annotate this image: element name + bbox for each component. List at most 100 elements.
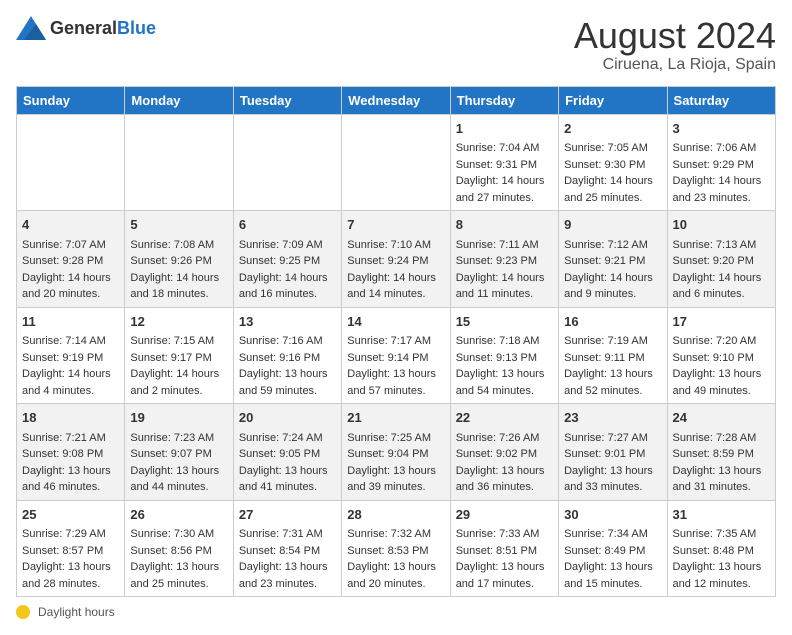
calendar-cell: 8 Sunrise: 7:11 AM Sunset: 9:23 PM Daylig… bbox=[450, 211, 558, 308]
day-detail: Sunrise: 7:18 AM Sunset: 9:13 PM Dayligh… bbox=[456, 335, 545, 397]
day-number: 10 bbox=[673, 215, 770, 235]
daylight-label: Daylight hours bbox=[38, 605, 115, 619]
day-detail: Sunrise: 7:27 AM Sunset: 9:01 PM Dayligh… bbox=[564, 432, 653, 494]
day-detail: Sunrise: 7:20 AM Sunset: 9:10 PM Dayligh… bbox=[673, 335, 762, 397]
dow-header-saturday: Saturday bbox=[667, 86, 775, 114]
day-number: 18 bbox=[22, 408, 119, 428]
day-detail: Sunrise: 7:28 AM Sunset: 8:59 PM Dayligh… bbox=[673, 432, 762, 494]
calendar-body: 1Sunrise: 7:04 AM Sunset: 9:31 PM Daylig… bbox=[17, 114, 776, 597]
day-number: 28 bbox=[347, 505, 444, 525]
dow-header-friday: Friday bbox=[559, 86, 667, 114]
calendar-cell: 18 Sunrise: 7:21 AM Sunset: 9:08 PM Dayli… bbox=[17, 404, 125, 501]
sun-icon bbox=[16, 605, 30, 619]
day-detail: Sunrise: 7:35 AM Sunset: 8:48 PM Dayligh… bbox=[673, 528, 762, 590]
day-detail: Sunrise: 7:25 AM Sunset: 9:04 PM Dayligh… bbox=[347, 432, 436, 494]
day-detail: Sunrise: 7:09 AM Sunset: 9:25 PM Dayligh… bbox=[239, 239, 328, 301]
day-detail: Sunrise: 7:11 AM Sunset: 9:23 PM Dayligh… bbox=[456, 239, 545, 301]
day-number: 25 bbox=[22, 505, 119, 525]
day-detail: Sunrise: 7:06 AM Sunset: 9:29 PM Dayligh… bbox=[673, 142, 762, 204]
calendar-title: August 2024 bbox=[574, 16, 776, 56]
day-number: 30 bbox=[564, 505, 661, 525]
calendar-footer: Daylight hours bbox=[16, 605, 776, 619]
day-detail: Sunrise: 7:24 AM Sunset: 9:05 PM Dayligh… bbox=[239, 432, 328, 494]
day-detail: Sunrise: 7:30 AM Sunset: 8:56 PM Dayligh… bbox=[130, 528, 219, 590]
day-detail: Sunrise: 7:04 AM Sunset: 9:31 PM Dayligh… bbox=[456, 142, 545, 204]
day-number: 31 bbox=[673, 505, 770, 525]
calendar-cell bbox=[342, 114, 450, 211]
logo-general: General bbox=[50, 18, 117, 38]
day-number: 4 bbox=[22, 215, 119, 235]
calendar-week-2: 11Sunrise: 7:14 AM Sunset: 9:19 PM Dayli… bbox=[17, 307, 776, 404]
calendar-subtitle: Ciruena, La Rioja, Spain bbox=[574, 56, 776, 74]
calendar-week-3: 18 Sunrise: 7:21 AM Sunset: 9:08 PM Dayli… bbox=[17, 404, 776, 501]
day-detail: Sunrise: 7:10 AM Sunset: 9:24 PM Dayligh… bbox=[347, 239, 436, 301]
days-of-week-row: SundayMondayTuesdayWednesdayThursdayFrid… bbox=[17, 86, 776, 114]
calendar-cell: 6 Sunrise: 7:09 AM Sunset: 9:25 PM Daylig… bbox=[233, 211, 341, 308]
day-number: 2 bbox=[564, 119, 661, 139]
logo: GeneralBlue bbox=[16, 16, 156, 40]
calendar-cell: 14 Sunrise: 7:17 AM Sunset: 9:14 PM Dayli… bbox=[342, 307, 450, 404]
calendar-cell bbox=[125, 114, 233, 211]
dow-header-monday: Monday bbox=[125, 86, 233, 114]
dow-header-wednesday: Wednesday bbox=[342, 86, 450, 114]
calendar-cell: 13 Sunrise: 7:16 AM Sunset: 9:16 PM Dayli… bbox=[233, 307, 341, 404]
calendar-table: SundayMondayTuesdayWednesdayThursdayFrid… bbox=[16, 86, 776, 598]
calendar-cell: 19 Sunrise: 7:23 AM Sunset: 9:07 PM Dayli… bbox=[125, 404, 233, 501]
logo-icon bbox=[16, 16, 46, 40]
calendar-cell: 10 Sunrise: 7:13 AM Sunset: 9:20 PM Dayli… bbox=[667, 211, 775, 308]
calendar-cell: 24 Sunrise: 7:28 AM Sunset: 8:59 PM Dayli… bbox=[667, 404, 775, 501]
calendar-cell: 9Sunrise: 7:12 AM Sunset: 9:21 PM Daylig… bbox=[559, 211, 667, 308]
calendar-week-4: 25 Sunrise: 7:29 AM Sunset: 8:57 PM Dayli… bbox=[17, 500, 776, 597]
day-number: 17 bbox=[673, 312, 770, 332]
calendar-cell: 23Sunrise: 7:27 AM Sunset: 9:01 PM Dayli… bbox=[559, 404, 667, 501]
calendar-cell: 17 Sunrise: 7:20 AM Sunset: 9:10 PM Dayli… bbox=[667, 307, 775, 404]
day-detail: Sunrise: 7:05 AM Sunset: 9:30 PM Dayligh… bbox=[564, 142, 653, 204]
day-number: 8 bbox=[456, 215, 553, 235]
calendar-cell: 30 Sunrise: 7:34 AM Sunset: 8:49 PM Dayli… bbox=[559, 500, 667, 597]
day-detail: Sunrise: 7:13 AM Sunset: 9:20 PM Dayligh… bbox=[673, 239, 762, 301]
calendar-cell: 12Sunrise: 7:15 AM Sunset: 9:17 PM Dayli… bbox=[125, 307, 233, 404]
calendar-cell: 28 Sunrise: 7:32 AM Sunset: 8:53 PM Dayli… bbox=[342, 500, 450, 597]
calendar-cell: 27 Sunrise: 7:31 AM Sunset: 8:54 PM Dayli… bbox=[233, 500, 341, 597]
day-number: 6 bbox=[239, 215, 336, 235]
day-number: 22 bbox=[456, 408, 553, 428]
day-detail: Sunrise: 7:16 AM Sunset: 9:16 PM Dayligh… bbox=[239, 335, 328, 397]
calendar-cell: 2 Sunrise: 7:05 AM Sunset: 9:30 PM Daylig… bbox=[559, 114, 667, 211]
day-detail: Sunrise: 7:07 AM Sunset: 9:28 PM Dayligh… bbox=[22, 239, 111, 301]
calendar-cell: 21Sunrise: 7:25 AM Sunset: 9:04 PM Dayli… bbox=[342, 404, 450, 501]
day-detail: Sunrise: 7:29 AM Sunset: 8:57 PM Dayligh… bbox=[22, 528, 111, 590]
title-block: August 2024 Ciruena, La Rioja, Spain bbox=[574, 16, 776, 74]
day-number: 13 bbox=[239, 312, 336, 332]
day-number: 5 bbox=[130, 215, 227, 235]
day-number: 26 bbox=[130, 505, 227, 525]
dow-header-sunday: Sunday bbox=[17, 86, 125, 114]
calendar-cell bbox=[17, 114, 125, 211]
day-number: 19 bbox=[130, 408, 227, 428]
calendar-cell: 4 Sunrise: 7:07 AM Sunset: 9:28 PM Daylig… bbox=[17, 211, 125, 308]
day-number: 14 bbox=[347, 312, 444, 332]
calendar-cell: 1Sunrise: 7:04 AM Sunset: 9:31 PM Daylig… bbox=[450, 114, 558, 211]
day-detail: Sunrise: 7:31 AM Sunset: 8:54 PM Dayligh… bbox=[239, 528, 328, 590]
calendar-cell: 7Sunrise: 7:10 AM Sunset: 9:24 PM Daylig… bbox=[342, 211, 450, 308]
day-number: 12 bbox=[130, 312, 227, 332]
calendar-cell bbox=[233, 114, 341, 211]
calendar-cell: 3 Sunrise: 7:06 AM Sunset: 9:29 PM Daylig… bbox=[667, 114, 775, 211]
calendar-cell: 16Sunrise: 7:19 AM Sunset: 9:11 PM Dayli… bbox=[559, 307, 667, 404]
day-detail: Sunrise: 7:21 AM Sunset: 9:08 PM Dayligh… bbox=[22, 432, 111, 494]
day-number: 15 bbox=[456, 312, 553, 332]
day-number: 24 bbox=[673, 408, 770, 428]
calendar-cell: 26 Sunrise: 7:30 AM Sunset: 8:56 PM Dayli… bbox=[125, 500, 233, 597]
day-detail: Sunrise: 7:17 AM Sunset: 9:14 PM Dayligh… bbox=[347, 335, 436, 397]
calendar-week-0: 1Sunrise: 7:04 AM Sunset: 9:31 PM Daylig… bbox=[17, 114, 776, 211]
dow-header-thursday: Thursday bbox=[450, 86, 558, 114]
day-number: 3 bbox=[673, 119, 770, 139]
day-number: 20 bbox=[239, 408, 336, 428]
calendar-cell: 11Sunrise: 7:14 AM Sunset: 9:19 PM Dayli… bbox=[17, 307, 125, 404]
day-detail: Sunrise: 7:23 AM Sunset: 9:07 PM Dayligh… bbox=[130, 432, 219, 494]
day-detail: Sunrise: 7:14 AM Sunset: 9:19 PM Dayligh… bbox=[22, 335, 111, 397]
day-number: 16 bbox=[564, 312, 661, 332]
day-detail: Sunrise: 7:34 AM Sunset: 8:49 PM Dayligh… bbox=[564, 528, 653, 590]
calendar-cell: 5Sunrise: 7:08 AM Sunset: 9:26 PM Daylig… bbox=[125, 211, 233, 308]
day-detail: Sunrise: 7:32 AM Sunset: 8:53 PM Dayligh… bbox=[347, 528, 436, 590]
day-number: 27 bbox=[239, 505, 336, 525]
